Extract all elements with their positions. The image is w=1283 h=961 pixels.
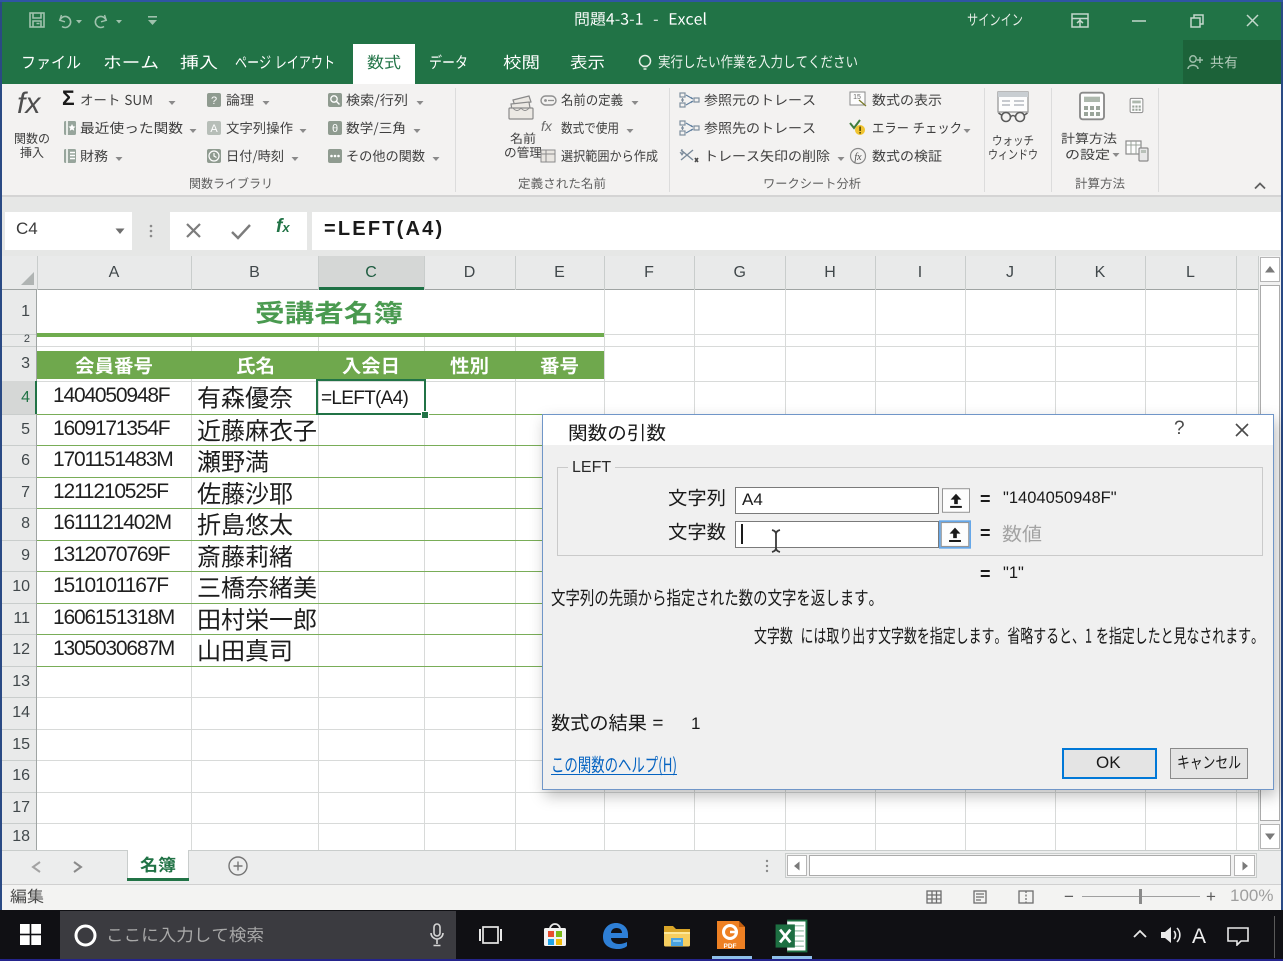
svg-text:A: A [210, 123, 218, 135]
svg-text:θ: θ [332, 123, 338, 135]
svg-text:fx: fx [854, 152, 862, 163]
svg-text:PDF: PDF [724, 943, 737, 950]
svg-text:?: ? [211, 95, 217, 107]
